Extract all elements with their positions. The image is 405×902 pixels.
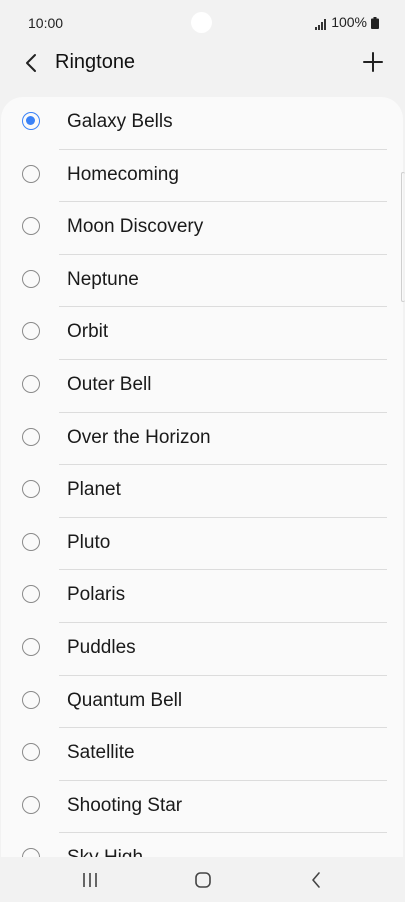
- radio-button[interactable]: [22, 269, 40, 288]
- ringtone-label: Pluto: [67, 531, 111, 553]
- ringtone-label: Polaris: [67, 584, 126, 606]
- list-item[interactable]: Orbit: [1, 307, 403, 360]
- radio-button[interactable]: [22, 427, 40, 446]
- radio-button[interactable]: [22, 690, 40, 709]
- radio-button[interactable]: [22, 795, 40, 814]
- list-item[interactable]: Planet: [1, 465, 403, 518]
- radio-button[interactable]: [22, 164, 40, 183]
- navigation-bar: [0, 857, 405, 902]
- radio-button[interactable]: [22, 217, 40, 236]
- ringtone-label: Neptune: [67, 268, 139, 290]
- ringtone-label: Moon Discovery: [67, 216, 204, 238]
- chevron-left-icon[interactable]: [18, 48, 44, 78]
- list-item[interactable]: Homecoming: [1, 150, 403, 203]
- scrollbar[interactable]: [401, 172, 405, 302]
- ringtone-label: Outer Bell: [67, 373, 152, 395]
- app-bar: Ringtone: [0, 46, 405, 84]
- home-icon[interactable]: [191, 869, 215, 891]
- radio-button-selected[interactable]: [22, 112, 40, 130]
- screen: 10:00 100% Ringtone Galaxy Bells Homecom…: [0, 0, 405, 902]
- ringtone-label: Homecoming: [67, 163, 179, 185]
- battery-percentage: 100%: [331, 14, 367, 30]
- ringtone-label: Orbit: [67, 321, 109, 343]
- list-item[interactable]: Over the Horizon: [1, 413, 403, 466]
- list-item[interactable]: Galaxy Bells: [1, 97, 403, 150]
- camera-cutout: [191, 12, 212, 33]
- ringtone-label: Puddles: [67, 636, 136, 658]
- radio-button[interactable]: [22, 480, 40, 499]
- radio-button[interactable]: [22, 637, 40, 656]
- list-item[interactable]: Moon Discovery: [1, 202, 403, 255]
- recents-icon[interactable]: [78, 869, 102, 891]
- signal-icon: [315, 17, 327, 30]
- ringtone-label: Over the Horizon: [67, 426, 211, 448]
- list-item[interactable]: Satellite: [1, 728, 403, 781]
- radio-button[interactable]: [22, 374, 40, 393]
- list-item[interactable]: Puddles: [1, 623, 403, 676]
- back-icon[interactable]: [304, 869, 328, 891]
- list-item[interactable]: Shooting Star: [1, 781, 403, 834]
- page-title: Ringtone: [55, 51, 136, 73]
- list-item[interactable]: Neptune: [1, 255, 403, 308]
- radio-button[interactable]: [22, 322, 40, 341]
- list-item[interactable]: Outer Bell: [1, 360, 403, 413]
- ringtone-label: Quantum Bell: [67, 689, 183, 711]
- radio-button[interactable]: [22, 848, 40, 857]
- ringtone-label: Shooting Star: [67, 794, 183, 816]
- ringtone-label: Planet: [67, 479, 121, 501]
- status-bar: 10:00 100%: [0, 0, 405, 46]
- list-item[interactable]: Quantum Bell: [1, 676, 403, 729]
- list-item[interactable]: Sky High: [1, 833, 403, 857]
- radio-button[interactable]: [22, 743, 40, 762]
- radio-button[interactable]: [22, 532, 40, 551]
- list-item[interactable]: Polaris: [1, 570, 403, 623]
- plus-icon[interactable]: [359, 48, 387, 76]
- ringtone-list: Galaxy Bells Homecoming Moon Discovery N…: [1, 97, 403, 857]
- list-item[interactable]: Pluto: [1, 518, 403, 571]
- battery-icon: [371, 16, 379, 29]
- status-time: 10:00: [28, 15, 64, 31]
- radio-button[interactable]: [22, 585, 40, 604]
- ringtone-label: Galaxy Bells: [67, 111, 173, 132]
- ringtone-label: Satellite: [67, 742, 135, 764]
- ringtone-label: Sky High: [67, 847, 143, 857]
- status-indicators: 100%: [315, 14, 379, 30]
